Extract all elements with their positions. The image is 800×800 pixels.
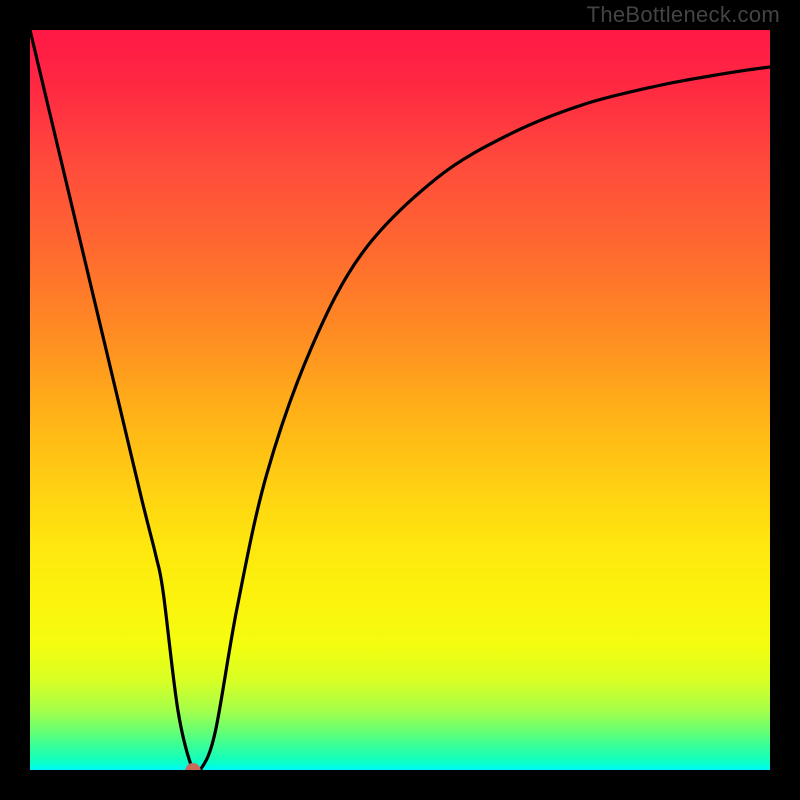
line-curve-svg bbox=[30, 30, 770, 770]
watermark-text: TheBottleneck.com bbox=[587, 2, 780, 28]
plot-area bbox=[30, 30, 770, 770]
chart-container: TheBottleneck.com bbox=[0, 0, 800, 800]
curve-path bbox=[30, 30, 770, 770]
